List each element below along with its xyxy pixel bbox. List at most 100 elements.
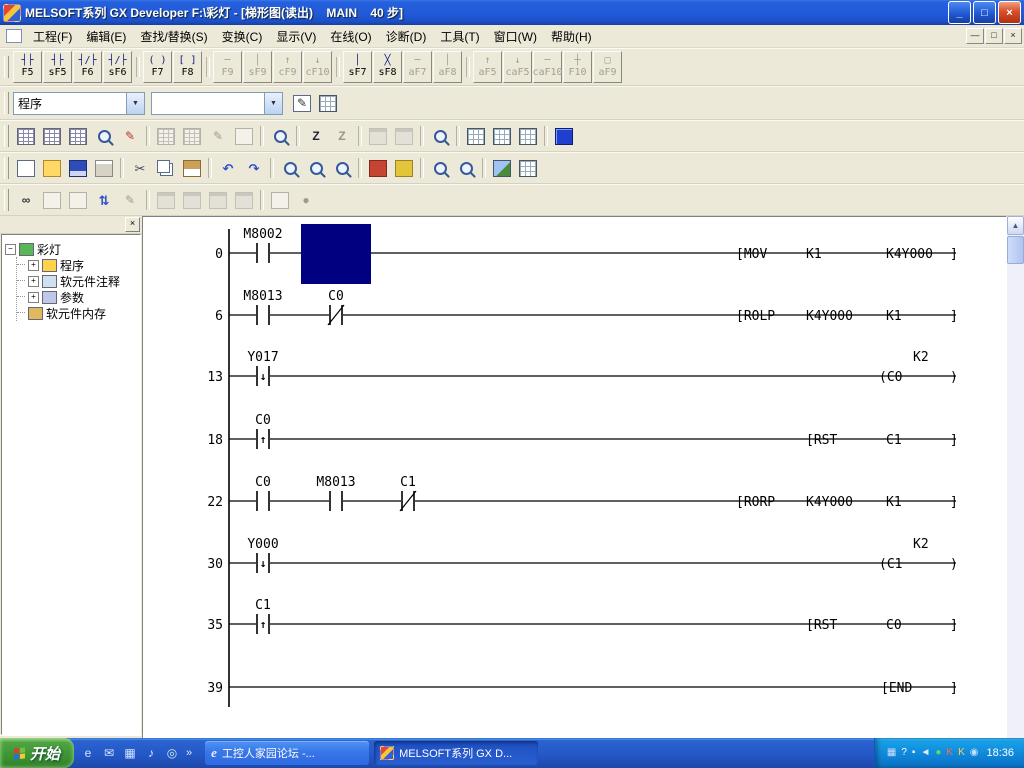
- fkey-f9-button[interactable]: ─F9: [213, 51, 242, 83]
- kingsoft-red-tray-icon[interactable]: K: [946, 748, 953, 758]
- grid-magnifier-button[interactable]: [267, 124, 293, 149]
- menu-item[interactable]: 编辑(E): [79, 26, 133, 47]
- fkey-sf6-button[interactable]: ┤/├sF6: [103, 51, 132, 83]
- toolbar-grip[interactable]: [4, 125, 9, 147]
- project-tree[interactable]: −彩灯+程序+软元件注释+参数软元件内存: [1, 234, 141, 735]
- open-button[interactable]: [39, 156, 65, 181]
- grid-io3-button[interactable]: [515, 124, 541, 149]
- tree-item[interactable]: +软元件注释: [17, 273, 137, 289]
- ladder-canvas[interactable]: 0M8002[MOVK1K4Y000]6M8013C0[ROLPK4Y000K1…: [143, 217, 1007, 757]
- vertical-scrollbar[interactable]: ▲ ▼: [1007, 216, 1024, 758]
- fkey-af7-button[interactable]: ─aF7: [403, 51, 432, 83]
- toolbar-grip[interactable]: [4, 189, 9, 211]
- taskbar-clock[interactable]: 18:36: [986, 747, 1014, 759]
- tree-item[interactable]: +参数: [17, 289, 137, 305]
- cut-button[interactable]: ✂: [127, 156, 153, 181]
- ladder-rung-39[interactable]: 39[END]: [207, 681, 957, 696]
- fkey-af8-button[interactable]: │aF8: [433, 51, 462, 83]
- find-device-button[interactable]: [303, 156, 329, 181]
- window-c-button[interactable]: [205, 188, 231, 213]
- monitor-blue-button[interactable]: [551, 124, 577, 149]
- expand-box-icon[interactable]: +: [28, 292, 39, 303]
- expand-box-icon[interactable]: +: [28, 260, 39, 271]
- zoom-out-button[interactable]: [427, 156, 453, 181]
- mdi-close-button[interactable]: ×: [1004, 28, 1022, 44]
- parameter-table-button[interactable]: [13, 124, 39, 149]
- monitor-z-stop-button[interactable]: Z: [329, 124, 355, 149]
- doc-find-c-button[interactable]: [267, 188, 293, 213]
- quick-launch-more-icon[interactable]: »: [184, 747, 194, 759]
- mdi-restore-button[interactable]: □: [985, 28, 1003, 44]
- pencil-find-button[interactable]: ✎: [117, 188, 143, 213]
- fkey-af5-button[interactable]: ↑aF5: [473, 51, 502, 83]
- save-button[interactable]: [65, 156, 91, 181]
- fkey-f8-button[interactable]: [ ]F8: [173, 51, 202, 83]
- menu-item[interactable]: 变换(C): [215, 26, 270, 47]
- program-combo[interactable]: 程序 ▼: [13, 92, 145, 115]
- fkey-caf5-button[interactable]: ↓caF5: [503, 51, 532, 83]
- menu-item[interactable]: 工程(F): [26, 26, 79, 47]
- internet-explorer-icon[interactable]: e: [79, 744, 97, 762]
- volume-tray-icon[interactable]: ◄: [920, 748, 930, 758]
- fkey-af9-button[interactable]: □aF9: [593, 51, 622, 83]
- fkey-cf9-button[interactable]: ↑cF9: [273, 51, 302, 83]
- minimize-button[interactable]: _: [948, 1, 971, 24]
- mark-yellow-button[interactable]: [391, 156, 417, 181]
- expand-box-icon[interactable]: +: [28, 276, 39, 287]
- grid-view-button[interactable]: [515, 156, 541, 181]
- start-button[interactable]: 开始: [0, 738, 74, 768]
- task-button[interactable]: e工控人家园论坛 -...: [205, 741, 369, 765]
- find-button[interactable]: [277, 156, 303, 181]
- fkey-f5-button[interactable]: ┤├F5: [13, 51, 42, 83]
- window-a-button[interactable]: [153, 188, 179, 213]
- fkey-sf8-button[interactable]: ╳sF8: [373, 51, 402, 83]
- fkey-cf10-button[interactable]: ↓cF10: [303, 51, 332, 83]
- window-gray2-button[interactable]: [391, 124, 417, 149]
- scrollbar-thumb[interactable]: [1007, 236, 1024, 264]
- mail-icon[interactable]: ✉: [100, 744, 118, 762]
- binoculars-button[interactable]: ∞: [13, 188, 39, 213]
- tree-item[interactable]: 软元件内存: [17, 305, 137, 321]
- mark-red-button[interactable]: [365, 156, 391, 181]
- sort-arrows-button[interactable]: ⇅: [91, 188, 117, 213]
- kingsoft-gold-tray-icon[interactable]: K: [958, 748, 965, 758]
- toolbar-grip[interactable]: [4, 157, 9, 179]
- window-d-button[interactable]: [231, 188, 257, 213]
- undo-button[interactable]: ↶: [215, 156, 241, 181]
- stop-button[interactable]: ●: [293, 188, 319, 213]
- zoom-in-button[interactable]: [453, 156, 479, 181]
- redo-button[interactable]: ↷: [241, 156, 267, 181]
- menu-item[interactable]: 工具(T): [433, 26, 486, 47]
- ladder-rung-35[interactable]: 35↑C1[RSTC0]: [207, 598, 957, 634]
- ladder-editor[interactable]: 0M8002[MOVK1K4Y000]6M8013C0[ROLPK4Y000K1…: [142, 216, 1007, 758]
- window-gray-button[interactable]: [365, 124, 391, 149]
- doc-find-b-button[interactable]: [65, 188, 91, 213]
- toolbar-grip[interactable]: [4, 56, 9, 78]
- menu-item[interactable]: 窗口(W): [487, 26, 544, 47]
- grid-io2-button[interactable]: [489, 124, 515, 149]
- ladder-rung-13[interactable]: 13↓Y017(C0K2): [207, 350, 957, 386]
- doc-find-a-button[interactable]: [39, 188, 65, 213]
- mdi-child-icon[interactable]: [6, 29, 22, 43]
- ladder-rung-22[interactable]: 22C0M8013C1[RORPK4Y000K1]: [207, 475, 957, 511]
- edit-cursor[interactable]: [301, 224, 371, 284]
- screen-button[interactable]: [489, 156, 515, 181]
- pencil-gray-button[interactable]: ✎: [205, 124, 231, 149]
- fkey-sf9-button[interactable]: │sF9: [243, 51, 272, 83]
- close-button[interactable]: ×: [998, 1, 1021, 24]
- show-desktop-icon[interactable]: ▦: [121, 744, 139, 762]
- card-tray-icon[interactable]: ▪: [912, 748, 916, 758]
- ladder-rung-30[interactable]: 30↓Y000(C1K2): [207, 537, 957, 573]
- magnifier-button[interactable]: [427, 124, 453, 149]
- pencil-red-button[interactable]: ✎: [117, 124, 143, 149]
- doc-magnifier-button[interactable]: [91, 124, 117, 149]
- help-tray-icon[interactable]: ?: [901, 748, 907, 758]
- scroll-up-button[interactable]: ▲: [1007, 216, 1024, 235]
- table-gray-button[interactable]: [153, 124, 179, 149]
- secondary-combo[interactable]: ▼: [151, 92, 283, 115]
- messenger-icon[interactable]: ◎: [163, 744, 181, 762]
- fkey-sf5-button[interactable]: ┤├sF5: [43, 51, 72, 83]
- grid-io1-button[interactable]: [463, 124, 489, 149]
- monitor-z-button[interactable]: Z: [303, 124, 329, 149]
- task-button[interactable]: MELSOFT系列 GX D...: [374, 741, 538, 765]
